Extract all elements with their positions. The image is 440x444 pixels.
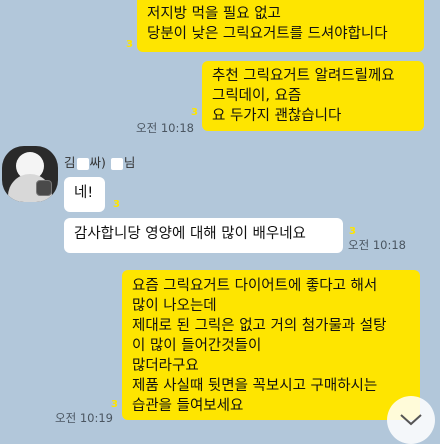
sender-name-part: 김 (64, 155, 76, 170)
message-time: 오전 10:19 (55, 411, 113, 425)
their-message-bubble[interactable]: 감사합니당 영양에 대해 많이 배우네요 (64, 218, 343, 253)
unread-count: 3 (349, 226, 356, 237)
my-message-bubble[interactable]: 저지방 먹을 필요 없고 당분이 낮은 그릭요거트를 드셔야합니다 (137, 0, 424, 52)
scroll-to-bottom-button[interactable] (387, 396, 435, 444)
sender-name-part: 싸) (89, 155, 110, 170)
redacted-block (110, 157, 123, 170)
avatar-badge-icon (36, 180, 52, 196)
unread-count: 3 (111, 399, 118, 410)
sender-name-part: 님 (123, 155, 136, 170)
sender-name[interactable]: 김 싸) 님 (64, 152, 135, 171)
chevron-down-icon (400, 414, 422, 426)
message-time: 오전 10:18 (348, 238, 406, 252)
my-message-bubble[interactable]: 요즘 그릭요거트 다이어트에 좋다고 해서 많이 나오는데 제대로 된 그릭은 … (122, 270, 420, 420)
redacted-block (76, 157, 89, 170)
their-message-bubble[interactable]: 네! (64, 177, 105, 212)
unread-count: 3 (126, 39, 133, 50)
unread-count: 3 (113, 199, 120, 210)
message-time: 오전 10:18 (136, 121, 194, 135)
unread-count: 3 (191, 107, 198, 118)
my-message-bubble[interactable]: 추천 그릭요거트 알려드릴께요 그릭데이, 요즘 요 두가지 괜찮습니다 (202, 61, 424, 131)
profile-avatar[interactable] (2, 146, 58, 202)
